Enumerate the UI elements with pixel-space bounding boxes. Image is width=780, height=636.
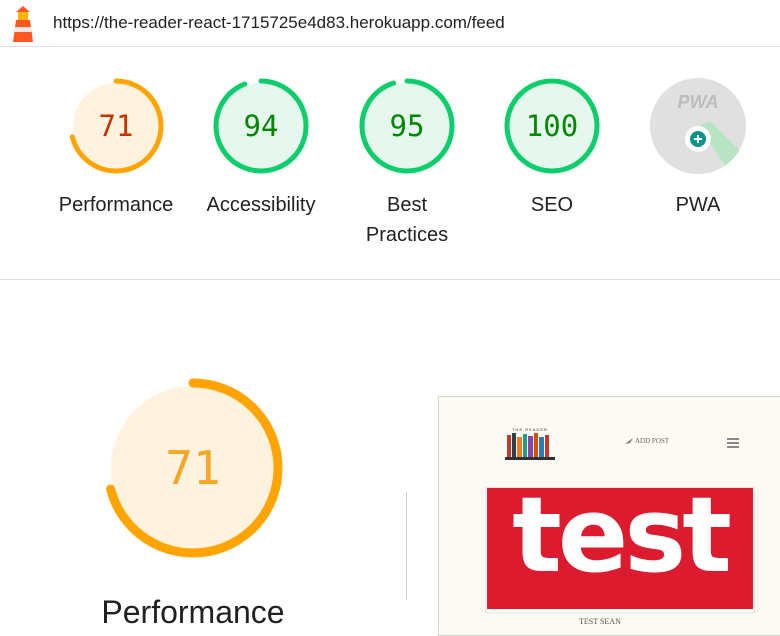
thumb-post-image: test xyxy=(487,488,753,609)
gauge-accessibility-score: 94 xyxy=(243,109,279,143)
gauge-best-practices[interactable]: 95 Best Practices xyxy=(347,76,467,250)
thumb-post-image-text: test xyxy=(512,488,732,596)
hamburger-menu-icon xyxy=(727,438,739,448)
gauge-pwa[interactable]: PWA PWA xyxy=(638,76,758,220)
pwa-badge-text: PWA xyxy=(677,92,719,112)
page-screenshot-thumbnail[interactable]: THE READER ADD POST test TEST SEAN xyxy=(438,396,780,636)
main-performance-label: Performance xyxy=(101,594,285,630)
gauge-accessibility-label: Accessibility xyxy=(206,194,316,216)
thumb-add-post: ADD POST xyxy=(625,437,669,445)
pwa-badge xyxy=(650,78,746,174)
report-header: https://the-reader-react-1715725e4d83.he… xyxy=(0,0,780,47)
feather-icon xyxy=(625,438,633,445)
gauge-performance[interactable]: 71 Performance xyxy=(56,76,176,220)
gauge-performance-score: 71 xyxy=(98,109,134,143)
gauge-performance-label: Performance xyxy=(58,194,174,216)
gauge-seo[interactable]: 100 SEO xyxy=(492,76,612,220)
vertical-divider xyxy=(406,492,407,600)
gauge-seo-label: SEO xyxy=(530,194,574,216)
books-logo-icon xyxy=(505,433,555,460)
gauge-best-practices-label: Best Practices xyxy=(365,194,449,246)
main-performance-score: 71 xyxy=(165,441,221,495)
thumb-logo-text: THE READER xyxy=(512,427,548,432)
report-url[interactable]: https://the-reader-react-1715725e4d83.he… xyxy=(53,13,505,33)
lighthouse-icon xyxy=(13,6,33,42)
gauge-seo-score: 100 xyxy=(525,109,579,143)
gauge-accessibility[interactable]: 94 Accessibility xyxy=(201,76,321,220)
gauge-best-practices-score: 95 xyxy=(389,109,425,143)
thumb-add-post-label: ADD POST xyxy=(635,437,670,445)
gauge-pwa-label: PWA xyxy=(675,194,721,216)
section-divider xyxy=(0,279,780,280)
